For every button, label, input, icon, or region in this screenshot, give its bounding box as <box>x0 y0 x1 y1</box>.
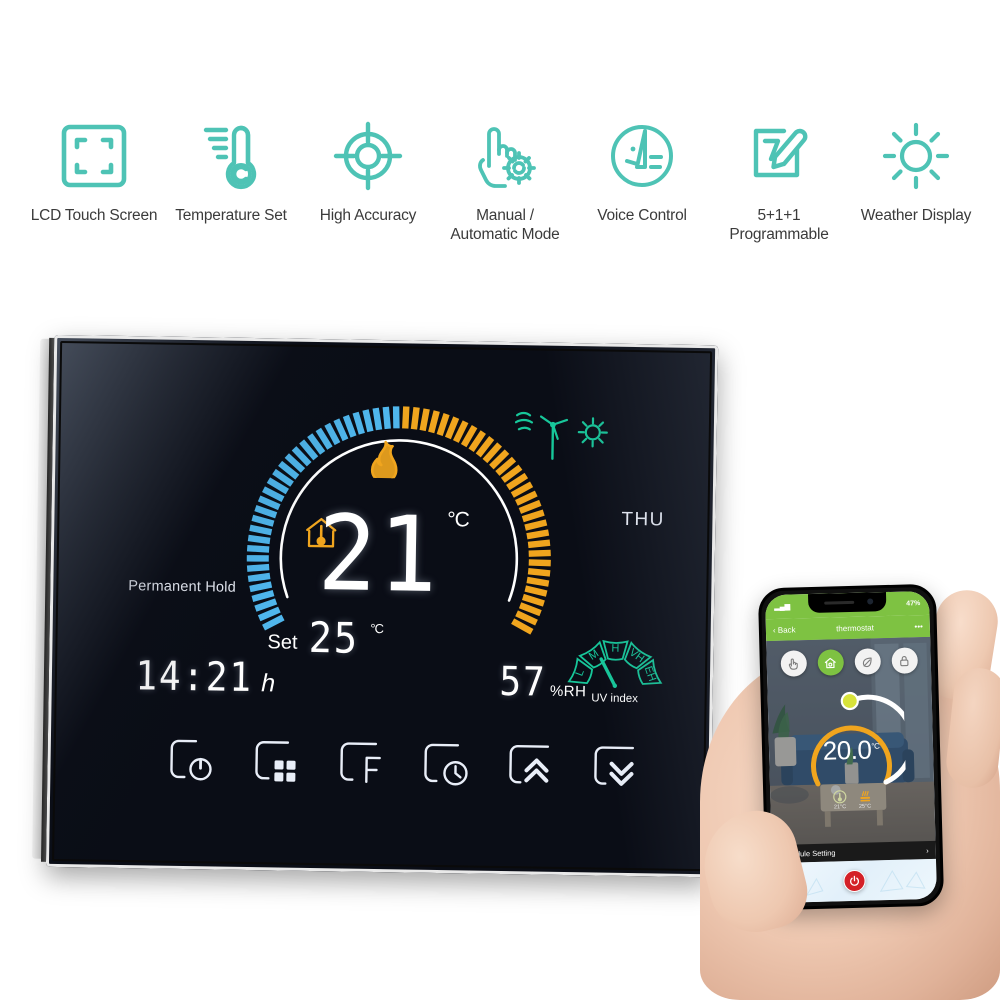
feature-temperature-set: Temperature Set <box>167 118 295 225</box>
overflow-menu-button[interactable]: ••• <box>914 622 923 631</box>
set-temperature-unit: °C <box>370 620 384 637</box>
eco-mode-button[interactable] <box>853 648 881 675</box>
touch-button-row <box>165 737 646 797</box>
menu-button[interactable] <box>250 738 307 791</box>
hand-gear-icon <box>469 118 541 194</box>
sun-icon <box>577 417 608 448</box>
feature-lcd-touch-screen: LCD Touch Screen <box>30 118 158 225</box>
thermostat-device: 21 °C Set 25 °C Permanent Hold THU 14:21… <box>32 334 722 886</box>
wind-turbine-icon <box>539 415 569 460</box>
lcd-screen: 21 °C Set 25 °C Permanent Hold THU 14:21… <box>46 335 718 877</box>
hold-mode-label: Permanent Hold <box>128 578 237 596</box>
uv-index-gauge: L M H VH EH UV index <box>560 623 669 716</box>
feature-label: LCD Touch Screen <box>30 207 158 224</box>
svg-text:H: H <box>611 643 619 655</box>
feature-manual-automatic-mode: Manual / Automatic Mode <box>441 118 569 244</box>
feature-label: Manual / Automatic Mode <box>450 207 560 243</box>
feature-high-accuracy: High Accuracy <box>304 118 432 225</box>
battery-percent: 47% <box>906 599 921 608</box>
mini-reading-value: 21°C <box>833 804 847 811</box>
mini-reading-value: 25°C <box>858 803 872 810</box>
feature-label: Voice Control <box>597 207 687 224</box>
app-title: thermostat <box>836 622 875 633</box>
svg-text:M: M <box>587 648 601 663</box>
feature-strip: LCD Touch Screen Temperature Set High Ac… <box>30 118 980 268</box>
clock-value: 14:21 <box>135 653 254 702</box>
feature-voice-control: Voice Control <box>578 118 706 225</box>
manual-mode-button[interactable] <box>779 650 807 677</box>
current-temperature-unit: °C <box>447 508 470 532</box>
feature-label: 5+1+1 Programmable <box>729 207 829 243</box>
thermometer-icon <box>198 118 264 194</box>
dial-handle <box>840 691 859 711</box>
grid-icon <box>274 760 296 782</box>
frost-pattern-icon-right <box>879 869 926 892</box>
humidity-value: 57 <box>499 658 547 706</box>
target-crosshair-icon <box>333 118 403 194</box>
feature-label: High Accuracy <box>319 207 417 224</box>
svg-text:L: L <box>573 668 586 678</box>
lcd-touch-screen-icon <box>58 118 130 194</box>
set-label: Set <box>267 631 298 654</box>
voice-control-icon <box>607 118 677 194</box>
feature-weather-display: Weather Display <box>852 118 980 225</box>
wind-lines-icon <box>514 411 534 431</box>
fahrenheit-button[interactable] <box>335 739 392 792</box>
feature-label: Temperature Set <box>175 207 287 224</box>
weather-indicator-group <box>514 404 615 469</box>
temp-up-button[interactable] <box>504 742 561 795</box>
sun-icon <box>881 118 951 194</box>
phone-power-button[interactable] <box>843 869 866 893</box>
clock-unit: h <box>261 669 276 698</box>
power-button[interactable] <box>165 737 222 790</box>
mode-button-row <box>766 647 931 677</box>
signal-icon: ▂▄▆ <box>774 603 791 611</box>
pencil-note-icon <box>744 118 814 194</box>
current-temperature-display: 21 °C <box>255 492 527 616</box>
phone-temperature-unit: °C <box>871 741 880 751</box>
front-camera-icon <box>867 598 874 605</box>
current-temperature-value: 21 <box>316 492 440 616</box>
set-temperature-display: Set 25 °C <box>267 612 384 663</box>
home-mode-button[interactable] <box>816 649 844 676</box>
back-button[interactable]: ‹ Back <box>773 625 796 635</box>
thermostat-panel: 21 °C Set 25 °C Permanent Hold THU 14:21… <box>45 334 719 878</box>
product-marketing-image: LCD Touch Screen Temperature Set High Ac… <box>0 0 1000 1000</box>
mini-reading-target: 25°C <box>857 788 873 810</box>
mini-reading-current: 21°C <box>832 789 848 810</box>
temp-down-button[interactable] <box>589 743 646 796</box>
phone-notch <box>807 592 887 614</box>
feature-label: Weather Display <box>860 207 972 224</box>
lock-button[interactable] <box>890 647 918 674</box>
clock-display: 14:21 h <box>129 653 276 702</box>
mini-readings-row: 21°C 25°C <box>832 788 873 810</box>
phone-temperature-value: 20.0°C <box>822 734 880 766</box>
svg-text:EH: EH <box>642 665 658 683</box>
hand-holding-phone: ▂▄▆ 47% ‹ Back thermostat ••• 20.0°C 21°… <box>692 560 1000 1000</box>
feature-programmable: 5+1+1 Programmable <box>715 118 843 244</box>
app-body: 20.0°C 21°C 25°C <box>766 636 936 864</box>
svg-text:UV index: UV index <box>591 692 638 705</box>
flame-icon <box>370 440 401 484</box>
day-of-week-label: THU <box>621 508 665 531</box>
chevron-right-icon: › <box>926 845 929 855</box>
clock-button[interactable] <box>420 741 477 794</box>
speaker-icon <box>824 600 855 605</box>
set-temperature-value: 25 <box>308 612 360 663</box>
